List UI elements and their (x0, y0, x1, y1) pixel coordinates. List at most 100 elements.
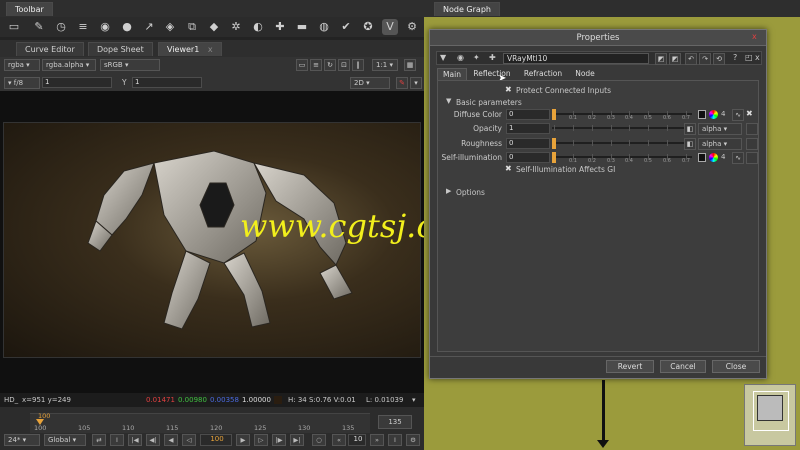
timeline-track[interactable]: 100 105 110 115 120 125 130 135 100 (30, 412, 370, 433)
basic-section-toggle-icon[interactable]: ▼ (446, 97, 451, 105)
cancel-button[interactable]: Cancel (660, 360, 706, 373)
colorspace-select[interactable]: sRGB ▾ (100, 59, 160, 71)
color-icon[interactable]: ◉ (97, 19, 113, 35)
out-point-icon[interactable]: I (388, 434, 402, 446)
skip-forward-icon[interactable]: » (370, 434, 384, 446)
self-illum-slider[interactable]: 0.1 0.2 0.3 0.4 0.5 0.6 0.7 (552, 152, 692, 164)
tab-refraction[interactable]: Refraction (519, 68, 567, 80)
record-icon[interactable]: ○ (312, 434, 326, 446)
fps-select[interactable]: 24* ▾ (4, 434, 40, 446)
range-mode-select[interactable]: Global ▾ (44, 434, 86, 446)
particles-icon[interactable]: ✲ (228, 19, 244, 35)
filter-icon[interactable]: ● (119, 19, 135, 35)
diffuse-swatch[interactable] (698, 110, 706, 119)
toolsets-icon[interactable]: ◍ (316, 19, 332, 35)
close-icon[interactable]: x (752, 32, 757, 41)
diffuse-channel-count[interactable]: 4 (721, 110, 725, 118)
slider-knob[interactable] (552, 109, 556, 120)
slider-knob[interactable] (552, 138, 556, 149)
tab-toolbar[interactable]: Toolbar (6, 2, 53, 16)
properties-titlebar[interactable]: Properties x (430, 30, 766, 46)
gain-field[interactable]: 1 (42, 77, 112, 88)
roughness-channel-select[interactable]: alpha ▾ (698, 138, 742, 150)
tab-reflection[interactable]: Reflection (469, 68, 515, 80)
metadata-icon[interactable]: ▬ (294, 19, 310, 35)
opacity-slider[interactable] (552, 123, 692, 134)
node-name-field[interactable]: VRayMtl10 (503, 53, 649, 64)
transform-icon[interactable]: ⧉ (184, 19, 200, 35)
fstop-select[interactable]: ▾ f/8 (4, 77, 40, 89)
self-illum-toggle[interactable] (746, 152, 758, 164)
opacity-channel-select[interactable]: alpha ▾ (698, 123, 742, 135)
playhead-marker[interactable] (36, 419, 44, 425)
self-illum-channel-count[interactable]: 4 (721, 153, 725, 161)
other-icon[interactable]: ✔ (338, 19, 354, 35)
dock-icon[interactable]: ◩ (669, 53, 681, 65)
diffuse-curve-icon[interactable]: ∿ (732, 109, 744, 121)
vray-icon[interactable]: V (382, 19, 398, 35)
viewer-options-icon[interactable]: ▾ (410, 77, 422, 89)
slider-knob[interactable] (552, 152, 556, 163)
tab-node[interactable]: Node (571, 68, 599, 80)
wipe-icon[interactable]: ▭ (296, 59, 308, 71)
revert-button[interactable]: Revert (606, 360, 654, 373)
diffuse-color-field[interactable]: 0 (506, 109, 550, 120)
self-illum-swatch[interactable] (698, 153, 706, 162)
merge-icon[interactable]: ◈ (162, 19, 178, 35)
self-illum-gi-checkbox[interactable]: ✖ (505, 164, 512, 173)
refresh-icon[interactable]: ↻ (324, 59, 336, 71)
protect-inputs-checkbox[interactable]: ✖ (505, 85, 512, 94)
loop-icon[interactable]: ⇄ (92, 434, 106, 446)
next-frame-icon[interactable]: ▷ (254, 434, 268, 446)
redo-icon[interactable]: ↷ (699, 53, 711, 65)
last-frame-icon[interactable]: ▶| (290, 434, 304, 446)
close-node-icon[interactable]: x (755, 53, 760, 62)
views-icon[interactable]: ✚ (272, 19, 288, 35)
collapse-icon[interactable]: ▼ (440, 53, 446, 62)
pause-icon[interactable]: ‖ (352, 59, 364, 71)
deep-icon[interactable]: ◐ (250, 19, 266, 35)
step-field[interactable]: 10 (348, 434, 366, 446)
revert-icon[interactable]: ⟲ (713, 53, 725, 65)
opacity-field[interactable]: 1 (506, 123, 550, 134)
color-picker-icon[interactable]: ✎ (396, 77, 408, 89)
skip-back-icon[interactable]: « (332, 434, 346, 446)
diffuse-color-wheel-icon[interactable] (709, 110, 718, 119)
status-menu-icon[interactable]: ▾ (412, 393, 416, 407)
tab-viewer1[interactable]: Viewer1 x (158, 42, 222, 56)
paint-icon[interactable]: ✎ (31, 19, 47, 35)
grid-icon[interactable]: ▦ (404, 59, 416, 71)
image-icon[interactable]: ▭ (6, 19, 22, 35)
prev-frame-icon[interactable]: ◁ (182, 434, 196, 446)
opacity-toggle[interactable] (746, 123, 758, 135)
node-color-icon[interactable]: ◉ (457, 53, 464, 62)
float-icon[interactable]: ◩ (655, 53, 667, 65)
in-point-icon[interactable]: I (110, 434, 124, 446)
viewer-canvas[interactable]: www.cgtsj.com (0, 91, 484, 393)
furnace-icon[interactable]: ✪ (360, 19, 376, 35)
3d-icon[interactable]: ◆ (206, 19, 222, 35)
diffuse-color-slider[interactable]: 0.1 0.2 0.3 0.4 0.5 0.6 0.7 (552, 109, 692, 121)
undo-icon[interactable]: ↶ (685, 53, 697, 65)
time-icon[interactable]: ◷ (53, 19, 69, 35)
tab-curve-editor[interactable]: Curve Editor (16, 42, 84, 56)
keyer-icon[interactable]: ↗ (141, 19, 157, 35)
diffuse-clear-icon[interactable]: ✖ (746, 109, 753, 118)
close-icon[interactable]: x (208, 45, 213, 54)
node-navigator[interactable] (744, 384, 796, 446)
gamma-field[interactable]: 1 (132, 77, 202, 88)
overlay-icon[interactable]: ≡ (310, 59, 322, 71)
self-illum-curve-icon[interactable]: ∿ (732, 152, 744, 164)
opacity-link-icon[interactable]: ◧ (684, 123, 696, 135)
roughness-field[interactable]: 0 (506, 138, 550, 149)
help-icon[interactable]: ? (733, 53, 737, 62)
zoom-select[interactable]: 1:1 ▾ (372, 59, 398, 71)
tab-dope-sheet[interactable]: Dope Sheet (88, 42, 153, 56)
current-frame-field[interactable]: 100 (200, 434, 232, 446)
prev-key-icon[interactable]: ◀| (146, 434, 160, 446)
timeline-settings-icon[interactable]: ⚙ (406, 434, 420, 446)
alpha-channel-select[interactable]: rgba.alpha ▾ (42, 59, 96, 71)
channel-icon[interactable]: ≡ (75, 19, 91, 35)
settings-icon[interactable]: ⚙ (404, 19, 420, 35)
play-icon[interactable]: ▶ (236, 434, 250, 446)
